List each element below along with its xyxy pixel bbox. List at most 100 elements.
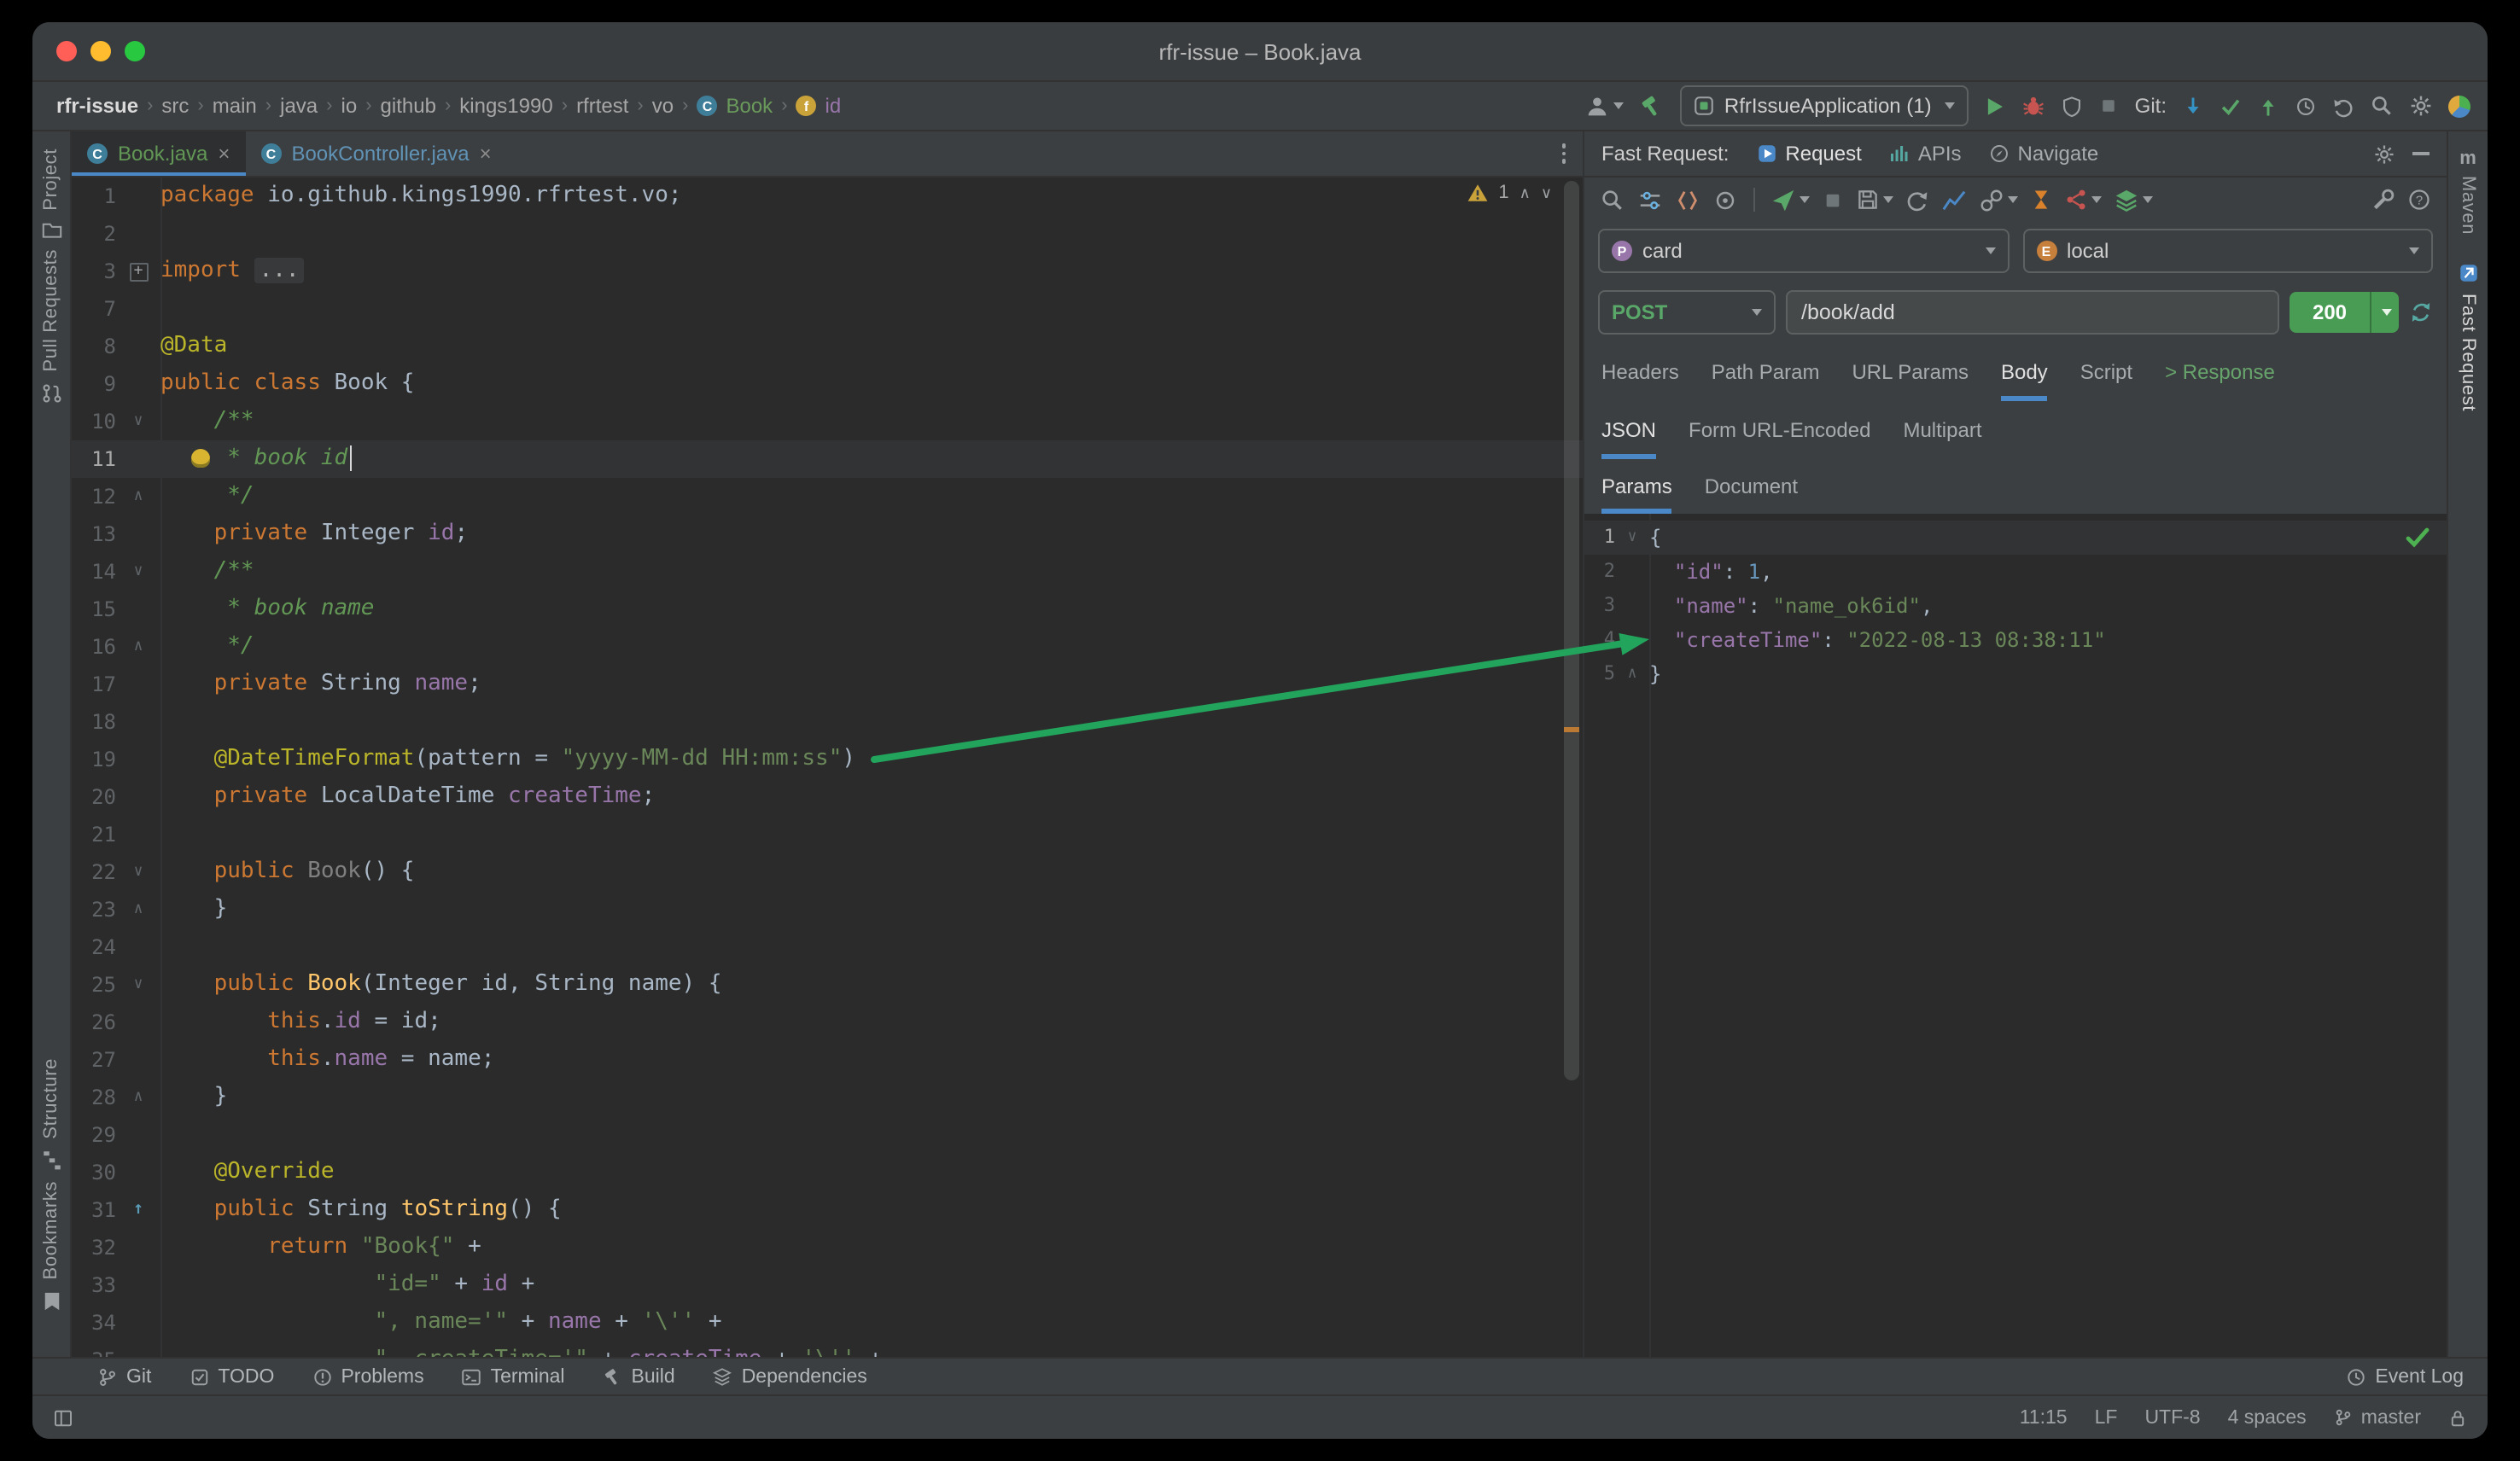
zoom-window-button[interactable] <box>125 41 145 61</box>
breadcrumb-item[interactable]: kings1990 <box>459 94 552 118</box>
tab-multipart[interactable]: Multipart <box>1903 401 1981 459</box>
code-line[interactable]: 5∧} <box>1584 657 2447 691</box>
breadcrumb-item[interactable]: github <box>381 94 436 118</box>
pull-requests-icon[interactable] <box>40 382 62 405</box>
rollback-icon[interactable] <box>2332 95 2354 117</box>
sidebar-item-bookmarks[interactable]: Bookmarks <box>41 1182 61 1280</box>
code-line[interactable]: 24 <box>72 928 1583 966</box>
fold-marker-icon[interactable]: ∧ <box>116 1079 160 1116</box>
structure-icon[interactable] <box>40 1150 62 1172</box>
sync-icon[interactable] <box>2409 300 2433 323</box>
fold-marker-icon[interactable]: ∧ <box>1615 657 1649 691</box>
line-number[interactable]: 29 <box>72 1116 116 1154</box>
line-number[interactable]: 5 <box>1584 657 1615 691</box>
close-tab-icon[interactable]: × <box>218 143 230 164</box>
code-editor[interactable]: 1package io.github.kings1990.rfrtest.vo;… <box>72 178 1583 1357</box>
tab-json[interactable]: JSON <box>1601 401 1656 459</box>
inspection-widget[interactable]: 1 ∧ ∨ <box>1466 183 1552 203</box>
line-ending[interactable]: LF <box>2095 1407 2118 1428</box>
code-line[interactable]: 16∧ */ <box>72 628 1583 666</box>
line-number[interactable]: 9 <box>72 365 116 403</box>
method-select[interactable]: POST <box>1598 289 1776 334</box>
hidden-tabs-menu-icon[interactable] <box>1544 131 1583 176</box>
url-input[interactable]: /book/add <box>1786 289 2279 334</box>
git-branch-widget[interactable]: master <box>2334 1407 2421 1428</box>
search-icon[interactable] <box>1600 187 1625 212</box>
toolwindow-problems[interactable]: Problems <box>312 1366 423 1387</box>
status-code-badge[interactable]: 200 <box>2290 291 2399 332</box>
tab-bookcontroller-java[interactable]: C BookController.java × <box>245 131 506 176</box>
breadcrumb-item[interactable]: io <box>341 94 358 118</box>
sidebar-item-pull-requests[interactable]: Pull Requests <box>41 250 61 373</box>
code-line[interactable]: 22∨ public Book() { <box>72 853 1583 891</box>
sidebar-item-maven[interactable]: Maven <box>2458 176 2478 235</box>
fold-marker-icon[interactable]: ∨ <box>116 553 160 591</box>
override-gutter-icon[interactable]: ↑ <box>116 1191 160 1229</box>
code-line[interactable]: 9public class Book { <box>72 365 1583 403</box>
code-line[interactable]: 8@Data <box>72 328 1583 365</box>
redo-icon[interactable] <box>1905 188 1929 212</box>
code-line[interactable]: 28∧ } <box>72 1079 1583 1116</box>
line-number[interactable]: 2 <box>1584 555 1615 589</box>
caret-position[interactable]: 11:15 <box>2020 1407 2068 1428</box>
timeout-hourglass-icon[interactable] <box>2030 188 2052 212</box>
code-line[interactable]: 30 @Override <box>72 1154 1583 1191</box>
send-request-icon[interactable] <box>1770 187 1810 212</box>
code-line[interactable]: 35 ", createTime='" + createTime + '\'' … <box>72 1342 1583 1357</box>
code-line[interactable]: 31↑ public String toString() { <box>72 1191 1583 1229</box>
project-select[interactable]: P card <box>1598 229 2009 273</box>
line-number[interactable]: 10 <box>72 403 116 440</box>
code-line[interactable]: 3 "name": "name_ok6id", <box>1584 589 2447 623</box>
line-number[interactable]: 18 <box>72 703 116 741</box>
breadcrumb-item[interactable]: src <box>161 94 189 118</box>
code-line[interactable]: 20 private LocalDateTime createTime; <box>72 778 1583 816</box>
code-line[interactable]: 4 "createTime": "2022-08-13 08:38:11" <box>1584 623 2447 657</box>
toolwindow-build[interactable]: Build <box>603 1366 675 1387</box>
line-number[interactable]: 25 <box>72 966 116 1004</box>
stop-request-icon[interactable] <box>1822 189 1844 211</box>
line-number[interactable]: 35 <box>72 1342 116 1357</box>
tab-path-param[interactable]: Path Param <box>1712 343 1820 401</box>
code-line[interactable]: 29 <box>72 1116 1583 1154</box>
line-number[interactable]: 12 <box>72 478 116 515</box>
minimize-window-button[interactable] <box>90 41 111 61</box>
breadcrumb-item-field[interactable]: id <box>825 94 842 118</box>
fold-marker-icon[interactable]: ∧ <box>116 478 160 515</box>
line-number[interactable]: 11 <box>72 440 116 478</box>
hide-panel-icon[interactable] <box>2412 152 2430 155</box>
help-icon[interactable]: ? <box>2407 188 2431 212</box>
code-line[interactable]: 15 * book name <box>72 591 1583 628</box>
git-push-icon[interactable] <box>2257 95 2279 117</box>
line-number[interactable]: 31 <box>72 1191 116 1229</box>
line-number[interactable]: 32 <box>72 1229 116 1266</box>
toolwindow-git[interactable]: Git <box>97 1366 151 1387</box>
chart-icon[interactable] <box>1941 187 1967 212</box>
debug-button[interactable] <box>2022 94 2046 118</box>
line-number[interactable]: 30 <box>72 1154 116 1191</box>
git-commit-icon[interactable] <box>2220 95 2242 117</box>
settings-gear-icon[interactable] <box>2409 94 2433 118</box>
intention-bulb-icon[interactable] <box>191 449 210 468</box>
code-line[interactable]: 27 this.name = name; <box>72 1041 1583 1079</box>
code-line[interactable]: 34 ", name='" + name + '\'' + <box>72 1304 1583 1342</box>
line-number[interactable]: 15 <box>72 591 116 628</box>
toolwindow-dependencies[interactable]: Dependencies <box>713 1366 867 1387</box>
coverage-button[interactable] <box>2062 95 2084 117</box>
code-line[interactable]: 1∨{ <box>1584 521 2447 555</box>
code-line[interactable]: 11 * book id <box>72 440 1583 478</box>
breadcrumb-item[interactable]: main <box>213 94 257 118</box>
code-line[interactable]: 12∧ */ <box>72 478 1583 515</box>
save-icon[interactable] <box>1856 188 1893 212</box>
json-body-editor[interactable]: 1∨{2 "id": 1,3 "name": "name_ok6id",4 "c… <box>1584 514 2447 1357</box>
line-number[interactable]: 1 <box>72 178 116 215</box>
link-icon[interactable] <box>1979 187 2018 212</box>
code-line[interactable]: 32 return "Book{" + <box>72 1229 1583 1266</box>
line-number[interactable]: 34 <box>72 1304 116 1342</box>
fold-marker-icon[interactable]: ∧ <box>116 628 160 666</box>
editor-scrollbar[interactable] <box>1562 178 1581 1357</box>
indent-setting[interactable]: 4 spaces <box>2228 1407 2307 1428</box>
line-number[interactable]: 14 <box>72 553 116 591</box>
fold-marker-icon[interactable]: ∧ <box>116 891 160 928</box>
tab-params[interactable]: Params <box>1601 459 1672 514</box>
format-json-icon[interactable] <box>1675 187 1700 212</box>
